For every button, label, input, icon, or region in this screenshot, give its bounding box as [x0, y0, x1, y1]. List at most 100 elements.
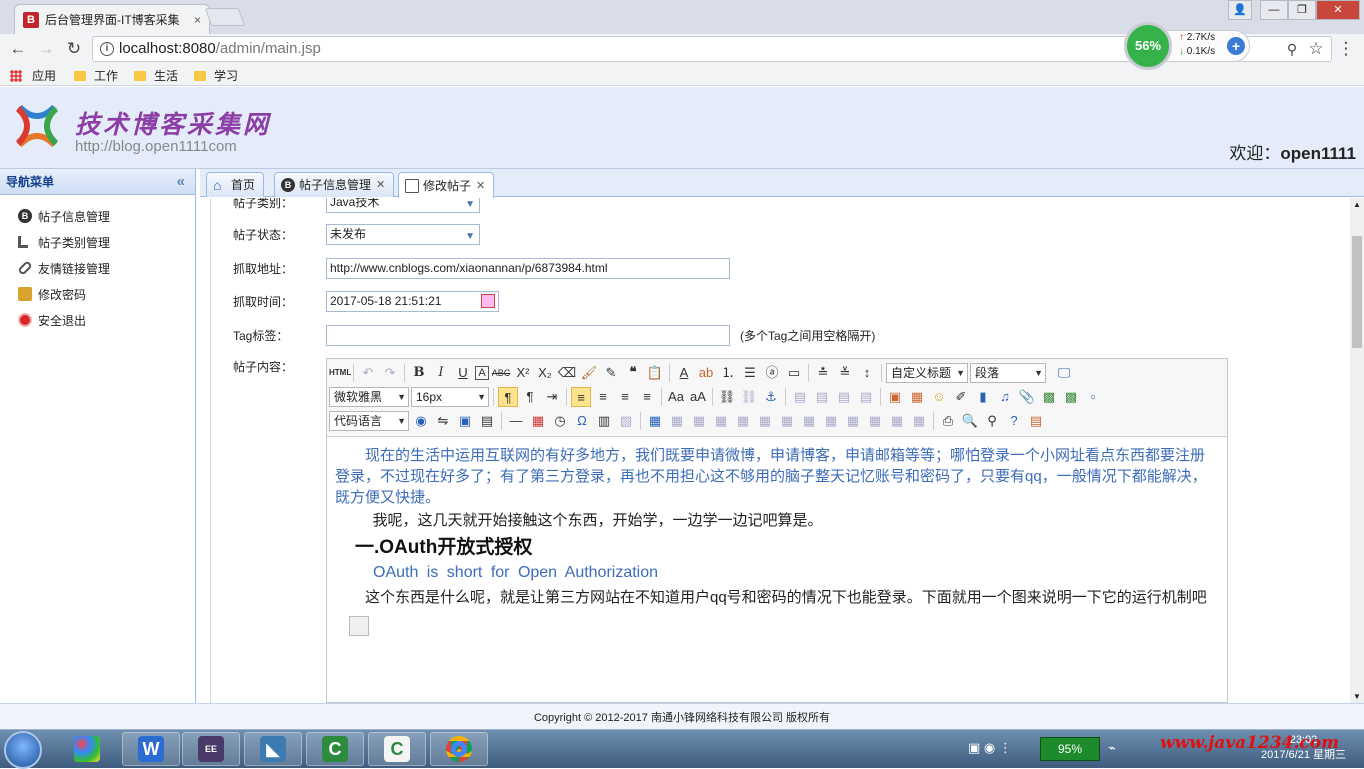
tray-icons[interactable]: ▣ ◉ ⋮: [968, 740, 1012, 756]
reload-icon[interactable]: ↻: [62, 37, 86, 61]
emotion-icon[interactable]: ☺: [929, 387, 949, 407]
merge-down-icon[interactable]: ▦: [843, 411, 863, 431]
close-window-button[interactable]: ✕: [1316, 0, 1360, 20]
network-icon[interactable]: ⌁: [1108, 740, 1116, 756]
template-icon[interactable]: ▤: [477, 411, 497, 431]
image-right-icon[interactable]: ▤: [834, 387, 854, 407]
bookmark-life[interactable]: 生活: [134, 67, 178, 84]
music-icon[interactable]: ♫: [995, 387, 1015, 407]
video-icon[interactable]: ▮: [973, 387, 993, 407]
editor-content[interactable]: 现在的生活中运用互联网的有好多地方，我们既要申请微博，申请博客，申请邮箱等等；哪…: [327, 437, 1227, 636]
align-center-icon[interactable]: ≡: [593, 387, 613, 407]
indent-icon[interactable]: ⇥: [542, 387, 562, 407]
rtl-icon[interactable]: ¶: [520, 387, 540, 407]
taskbar-app-eclipse[interactable]: EE: [182, 732, 240, 766]
subscript-icon[interactable]: X₂: [535, 363, 555, 383]
split-cells-icon[interactable]: ▦: [865, 411, 885, 431]
format-painter-icon[interactable]: 🖌: [579, 363, 599, 383]
drafts-icon[interactable]: ▤: [1026, 411, 1046, 431]
tag-input[interactable]: [326, 325, 730, 346]
line-height-icon[interactable]: ↕: [857, 363, 877, 383]
align-right-icon[interactable]: ≡: [615, 387, 635, 407]
info-icon[interactable]: i: [100, 42, 114, 56]
sidebar-item-posts[interactable]: B 帖子信息管理: [0, 203, 195, 229]
tab-post-management[interactable]: B 帖子信息管理 ✕: [274, 172, 395, 197]
select-all-icon[interactable]: ⓐ: [762, 363, 782, 383]
bookmark-apps[interactable]: 应用: [10, 67, 56, 84]
insert-image-icon[interactable]: ▦: [907, 387, 927, 407]
tab-home[interactable]: ⌂ 首页: [206, 172, 265, 197]
anchor-icon[interactable]: ⚓: [761, 387, 781, 407]
tab-edit-post[interactable]: 修改帖子 ✕: [398, 172, 495, 198]
sidebar-item-password[interactable]: 修改密码: [0, 281, 195, 307]
underline-icon[interactable]: U: [453, 363, 473, 383]
insert-col-icon[interactable]: ▦: [755, 411, 775, 431]
taskbar-app-paint[interactable]: [58, 732, 116, 766]
row-spacing-bottom-icon[interactable]: ≚: [835, 363, 855, 383]
pin-icon[interactable]: ⚲: [1280, 37, 1304, 61]
start-button[interactable]: [4, 731, 42, 769]
time-icon[interactable]: ◷: [550, 411, 570, 431]
taskbar-app-camtasia-1[interactable]: C: [306, 732, 364, 766]
close-tab-icon[interactable]: ✕: [476, 174, 485, 198]
font-border-icon[interactable]: A: [475, 366, 489, 380]
date-icon[interactable]: ▦: [528, 411, 548, 431]
sidebar-item-links[interactable]: 友情链接管理: [0, 255, 195, 281]
page-break-icon[interactable]: ⇋: [433, 411, 453, 431]
merge-right-icon[interactable]: ▦: [821, 411, 841, 431]
map-icon[interactable]: ▩: [1039, 387, 1059, 407]
delete-row-icon[interactable]: ▦: [733, 411, 753, 431]
auto-format-icon[interactable]: ✎: [601, 363, 621, 383]
page-scrollbar[interactable]: ▲ ▼: [1350, 198, 1364, 703]
snapscreen-icon[interactable]: ▧: [616, 411, 636, 431]
attachment-icon[interactable]: 📎: [1017, 387, 1037, 407]
forward-icon[interactable]: →: [34, 37, 58, 61]
scrollbar-thumb[interactable]: [1352, 236, 1362, 348]
uppercase-icon[interactable]: Aa: [666, 387, 686, 407]
font-color-icon[interactable]: A: [674, 363, 694, 383]
merge-cells-icon[interactable]: ▦: [799, 411, 819, 431]
maximize-button[interactable]: ❐: [1288, 0, 1316, 20]
taskbar-app-word[interactable]: W: [122, 732, 180, 766]
scroll-down-icon[interactable]: ▼: [1353, 692, 1361, 701]
preview-icon[interactable]: 🔍: [960, 411, 980, 431]
bold-icon[interactable]: B: [409, 363, 429, 383]
taskbar-app-mysql[interactable]: ◣: [244, 732, 302, 766]
battery-indicator[interactable]: 95%: [1040, 737, 1100, 761]
collapse-icon[interactable]: «: [177, 169, 185, 195]
menu-icon[interactable]: ⋮: [1334, 37, 1358, 61]
word-image-icon[interactable]: ▥: [594, 411, 614, 431]
browser-tab[interactable]: B 后台管理界面-IT博客采集 ×: [14, 4, 210, 34]
minimize-button[interactable]: —: [1260, 0, 1288, 20]
special-char-icon[interactable]: Ω: [572, 411, 592, 431]
back-icon[interactable]: ←: [6, 37, 30, 61]
new-tab-button[interactable]: [204, 8, 246, 26]
gmap-icon[interactable]: ▩: [1061, 387, 1081, 407]
unlink-icon[interactable]: ⛓: [739, 387, 759, 407]
split-rows-icon[interactable]: ▦: [887, 411, 907, 431]
help-icon[interactable]: ?: [1004, 411, 1024, 431]
html-source-icon[interactable]: HTML: [329, 363, 351, 383]
paragraph-select[interactable]: 段落 ▼: [970, 363, 1046, 383]
image-center-icon[interactable]: ▤: [856, 387, 876, 407]
insert-para-before-table-icon[interactable]: ▦: [689, 411, 709, 431]
category-select[interactable]: Java技术 ▼: [326, 198, 480, 213]
redo-icon[interactable]: ↷: [380, 363, 400, 383]
plus-icon[interactable]: +: [1227, 37, 1245, 55]
profile-button[interactable]: 👤: [1228, 0, 1252, 20]
delete-col-icon[interactable]: ▦: [777, 411, 797, 431]
eraser-icon[interactable]: ⌫: [557, 363, 577, 383]
horizontal-line-icon[interactable]: —: [506, 411, 526, 431]
url-input[interactable]: http://www.cnblogs.com/xiaonannan/p/6873…: [326, 258, 730, 279]
superscript-icon[interactable]: X²: [513, 363, 533, 383]
strikethrough-icon[interactable]: ABC: [491, 363, 511, 383]
scroll-up-icon[interactable]: ▲: [1353, 200, 1361, 209]
image-none-icon[interactable]: ▤: [790, 387, 810, 407]
calendar-icon[interactable]: [481, 294, 495, 308]
blockquote-icon[interactable]: ❝: [623, 363, 643, 383]
print-icon[interactable]: ⎙: [938, 411, 958, 431]
align-left-icon[interactable]: ≡: [571, 387, 591, 407]
network-speed-widget[interactable]: ↑ 2.7K/s ↓ 0.1K/s + 56%: [1124, 22, 1252, 70]
custom-title-select[interactable]: 自定义标题 ▼: [886, 363, 968, 383]
italic-icon[interactable]: I: [431, 363, 451, 383]
